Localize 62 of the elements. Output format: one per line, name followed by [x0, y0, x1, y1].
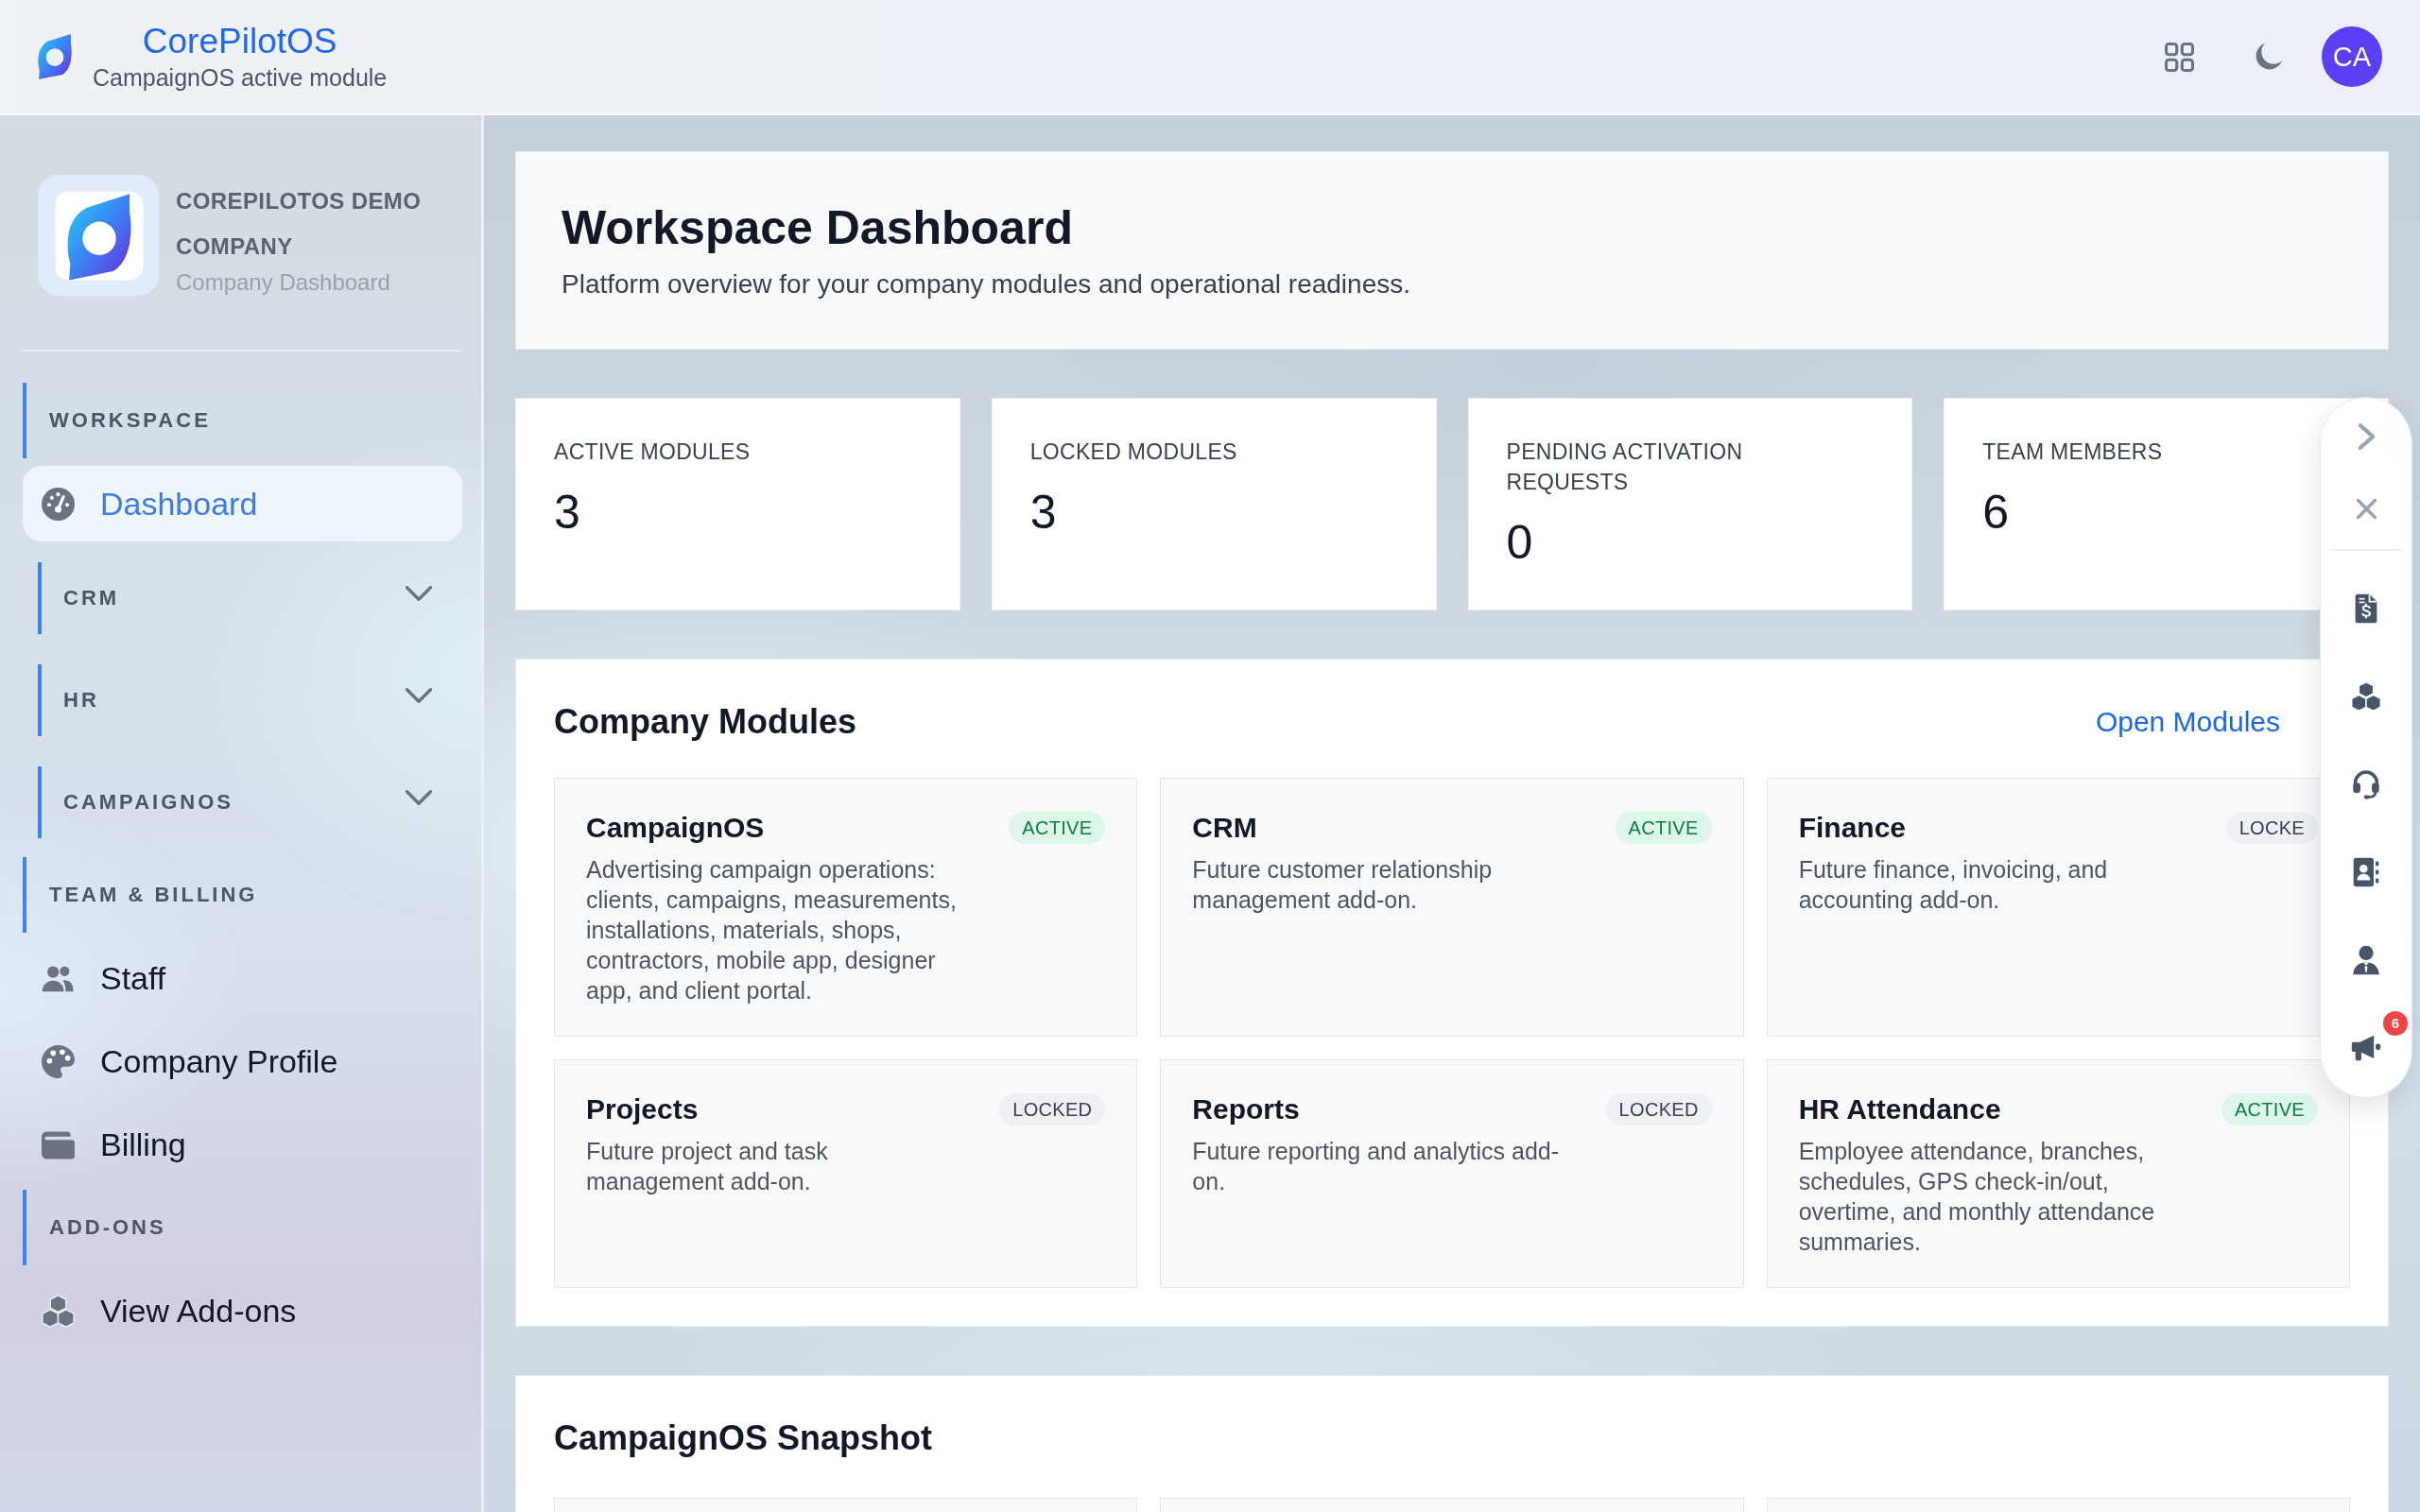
module-title: Reports: [1192, 1092, 1301, 1126]
section-heading: WORKSPACE: [23, 383, 462, 458]
cubes-icon[interactable]: [2351, 681, 2381, 712]
nav-item[interactable]: Staff: [23, 940, 462, 1016]
open-modules-link[interactable]: Open Modules: [2095, 703, 2280, 741]
status-badge: LOCKE: [2225, 812, 2318, 844]
nav-group[interactable]: HR: [38, 664, 462, 736]
section-heading: TEAM & BILLING: [23, 857, 462, 933]
module-title: CRM: [1192, 811, 1258, 845]
stat-label: PENDING ACTIVATION REQUESTS: [1506, 438, 1744, 496]
status-badge: ACTIVE: [1615, 812, 1712, 844]
module-description: Employee attendance, branches, schedules, GPS check-in/out, overtime, and monthly attendance summaries.: [1798, 1137, 2156, 1257]
section-title: CampaignOS Snapshot: [554, 1418, 933, 1459]
section-heading: ADD-ONS: [23, 1190, 462, 1265]
brand-name: CorePilotOS: [142, 21, 337, 62]
user-avatar[interactable]: CA: [2322, 26, 2382, 87]
page-title: Workspace Dashboard: [562, 200, 1074, 256]
stat-value: 6: [1982, 485, 2011, 541]
headset-icon[interactable]: [2351, 769, 2381, 799]
stat-value: 0: [1506, 515, 1534, 571]
module-description: Future reporting and analytics add-on.: [1192, 1137, 1561, 1196]
stat-label: ACTIVE MODULES: [554, 438, 752, 466]
status-badge: LOCKED: [1605, 1093, 1712, 1125]
module-description: Future finance, invoicing, and accounting add-on.: [1798, 855, 2109, 915]
nav-item[interactable]: Company Profile: [23, 1023, 462, 1099]
module-title: CampaignOS: [586, 811, 766, 845]
module-title: HR Attendance: [1798, 1092, 2002, 1126]
logo-icon: [38, 175, 159, 296]
status-badge: ACTIVE: [1009, 812, 1106, 844]
brand-subtitle: CampaignOS active module: [93, 63, 388, 93]
module-title: Finance: [1798, 811, 1908, 845]
nav-group[interactable]: CAMPAIGNOS: [38, 766, 462, 838]
page-subtitle: Platform overview for your company modules and operational readiness.: [562, 268, 1411, 301]
nav-item[interactable]: Billing: [23, 1107, 462, 1182]
palette-icon: [42, 1044, 75, 1078]
module-title: Projects: [586, 1092, 700, 1126]
status-badge: LOCKED: [999, 1093, 1106, 1125]
company-name: COREPILOTOS DEMO COMPANY: [176, 187, 423, 261]
chevron-right-icon[interactable]: [2358, 423, 2375, 450]
section-title: Company Modules: [554, 701, 857, 743]
stat-label: LOCKED MODULES: [1029, 438, 1238, 466]
contact-book-icon[interactable]: [2351, 857, 2381, 887]
stat-value: 3: [1029, 485, 1058, 541]
stat-label: TEAM MEMBERS: [1982, 438, 2164, 466]
module-description: Future customer relationship management add-on.: [1192, 855, 1494, 915]
notification-badge: 6: [2381, 1009, 2410, 1038]
gauge-icon: [42, 487, 75, 521]
stat-value: 3: [554, 485, 581, 541]
megaphone-icon[interactable]: [2351, 1033, 2381, 1063]
close-icon[interactable]: [2356, 499, 2377, 519]
status-badge: ACTIVE: [2221, 1093, 2318, 1125]
nav-item[interactable]: Dashboard: [23, 466, 462, 541]
nav-group[interactable]: CRM: [38, 562, 462, 634]
moon-icon[interactable]: [2255, 43, 2283, 71]
user-tie-icon[interactable]: [2351, 945, 2381, 975]
apps-grid-icon[interactable]: [2165, 42, 2194, 72]
cubes-icon: [42, 1294, 75, 1328]
logo-icon: [38, 33, 72, 80]
company-subtitle: Company Dashboard: [176, 269, 391, 296]
nav-item[interactable]: View Add-ons: [23, 1273, 462, 1349]
module-description: Future project and task management add-on.: [586, 1137, 829, 1196]
module-description: Advertising campaign operations: clients, campaigns, measurements, installations, materials, shops, contractors, mobile app, designer app, and client portal.: [586, 855, 958, 1005]
